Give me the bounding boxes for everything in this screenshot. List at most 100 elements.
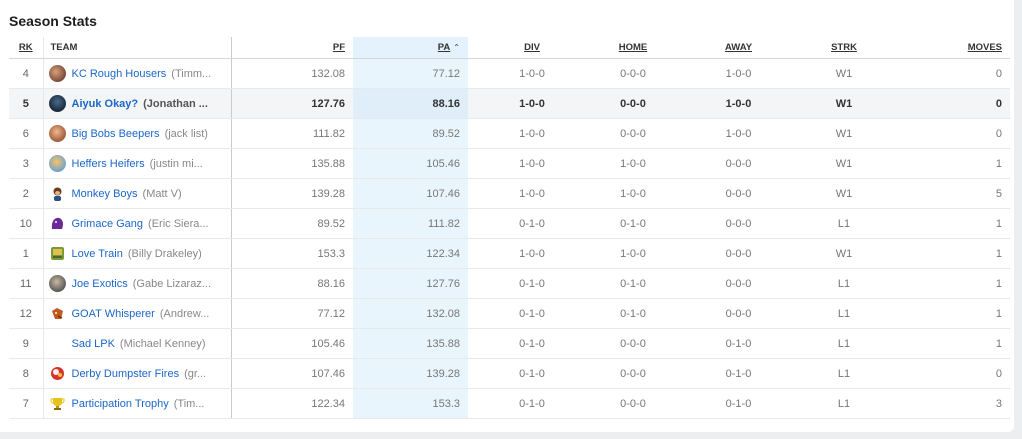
table-row: 8 Derby Dumpster Fires (gr... 107.46 139… (9, 358, 1010, 389)
team-logo-icon (48, 65, 66, 82)
column-header-div[interactable]: DIV (468, 37, 566, 59)
team-cell: Big Bobs Beepers (jack list) (42, 118, 231, 149)
home-record-cell: 0-0-0 (566, 358, 670, 389)
home-record-cell: 1-0-0 (566, 238, 670, 269)
column-header-moves[interactable]: MOVES (881, 37, 1010, 59)
team-name-link[interactable]: Grimace Gang (72, 218, 144, 230)
streak-cell: W1 (777, 58, 881, 89)
points-for-cell: 139.28 (230, 178, 353, 209)
home-record-cell: 0-1-0 (566, 268, 670, 299)
home-record-cell: 0-1-0 (566, 208, 670, 239)
rank-cell: 2 (9, 178, 43, 209)
team-cell: GOAT Whisperer (Andrew... (42, 298, 231, 329)
division-record-cell: 1-0-0 (468, 118, 566, 149)
home-record-cell: 0-0-0 (566, 328, 670, 359)
team-owner: (jack list) (164, 127, 208, 140)
streak-cell: W1 (777, 148, 881, 179)
moves-cell: 0 (881, 58, 1010, 89)
moves-cell: 0 (881, 88, 1010, 119)
team-logo-placeholder (49, 335, 66, 352)
team-name-link[interactable]: KC Rough Housers (72, 68, 167, 80)
away-record-cell: 1-0-0 (670, 118, 777, 149)
away-record-cell: 0-0-0 (670, 268, 777, 299)
team-name-link[interactable]: GOAT Whisperer (72, 308, 155, 320)
team-cell: Sad LPK (Michael Kenney) (42, 328, 231, 359)
team-owner: (Jonathan ... (143, 97, 208, 110)
column-header-strk[interactable]: STRK (777, 37, 881, 59)
table-row: 11 Joe Exotics (Gabe Lizaraz... 88.16 12… (9, 268, 1010, 299)
moves-cell: 1 (881, 148, 1010, 179)
team-owner: (Gabe Lizaraz... (132, 277, 212, 290)
team-cell: Love Train (Billy Drakeley) (42, 238, 231, 269)
streak-cell: L1 (777, 328, 881, 359)
rank-cell: 12 (9, 298, 43, 329)
streak-cell: L1 (777, 388, 881, 419)
team-cell: Monkey Boys (Matt V) (42, 178, 231, 209)
home-record-cell: 1-0-0 (566, 178, 670, 209)
home-record-cell: 0-0-0 (566, 118, 670, 149)
team-name-link[interactable]: Sad LPK (72, 338, 115, 350)
team-owner: (Matt V) (142, 187, 182, 200)
table-row: 5 Aiyuk Okay? (Jonathan ... 127.76 88.16… (9, 88, 1010, 119)
division-record-cell: 0-1-0 (468, 268, 566, 299)
team-name-link[interactable]: Monkey Boys (72, 188, 138, 200)
points-against-cell: 89.52 (353, 118, 468, 149)
team-name-link[interactable]: Joe Exotics (72, 278, 128, 290)
moves-cell: 3 (881, 388, 1010, 419)
division-record-cell: 0-1-0 (468, 208, 566, 239)
team-name-link[interactable]: Derby Dumpster Fires (72, 368, 180, 380)
team-owner: (gr... (184, 367, 207, 380)
points-against-cell: 107.46 (353, 178, 468, 209)
moves-cell: 0 (881, 118, 1010, 149)
moves-cell: 0 (881, 358, 1010, 389)
team-name-link[interactable]: Heffers Heifers (72, 158, 145, 170)
division-record-cell: 1-0-0 (468, 58, 566, 89)
rank-cell: 7 (9, 388, 43, 419)
team-owner: (Billy Drakeley) (127, 247, 202, 260)
division-record-cell: 0-1-0 (468, 328, 566, 359)
team-logo-icon (49, 245, 66, 262)
points-against-cell: 135.88 (353, 328, 468, 359)
table-row: 6 Big Bobs Beepers (jack list) 111.82 89… (9, 118, 1010, 149)
team-cell: Aiyuk Okay? (Jonathan ... (42, 88, 231, 119)
column-header-pa[interactable]: PA ⌃ (353, 37, 468, 59)
table-row: 4 KC Rough Housers (Timm... 132.08 77.12… (9, 58, 1010, 89)
team-owner: (Eric Siera... (148, 217, 209, 230)
team-owner: (Timm... (171, 67, 212, 80)
division-record-cell: 1-0-0 (468, 178, 566, 209)
streak-cell: L1 (777, 358, 881, 389)
rank-cell: 10 (9, 208, 43, 239)
team-name-link[interactable]: Participation Trophy (72, 398, 169, 410)
team-logo-icon (49, 365, 66, 382)
points-against-cell: 122.34 (353, 238, 468, 269)
team-logo-icon (48, 155, 66, 172)
home-record-cell: 0-0-0 (566, 388, 670, 419)
season-stats-table: RK TEAM PF PA ⌃ DIV HOME AWAY STRK MOVES … (9, 37, 1010, 419)
streak-cell: W1 (777, 118, 881, 149)
away-record-cell: 1-0-0 (670, 58, 777, 89)
column-header-rk[interactable]: RK (9, 37, 43, 59)
team-name-link[interactable]: Aiyuk Okay? (72, 98, 139, 110)
points-against-cell: 77.12 (353, 58, 468, 89)
points-for-cell: 88.16 (230, 268, 353, 299)
column-header-away[interactable]: AWAY (670, 37, 777, 59)
rank-cell: 3 (9, 148, 43, 179)
points-against-cell: 105.46 (353, 148, 468, 179)
team-logo-icon (48, 125, 66, 142)
team-name-link[interactable]: Love Train (72, 248, 123, 260)
team-cell: Participation Trophy (Tim... (42, 388, 231, 419)
home-record-cell: 1-0-0 (566, 148, 670, 179)
streak-cell: L1 (777, 208, 881, 239)
column-header-home[interactable]: HOME (566, 37, 670, 59)
rank-cell: 11 (9, 268, 43, 299)
column-header-pf[interactable]: PF (230, 37, 353, 59)
points-for-cell: 127.76 (230, 88, 353, 119)
sort-ascending-icon: ⌃ (453, 43, 460, 52)
team-name-link[interactable]: Big Bobs Beepers (72, 128, 160, 140)
home-record-cell: 0-0-0 (566, 88, 670, 119)
streak-cell: W1 (777, 88, 881, 119)
moves-cell: 1 (881, 238, 1010, 269)
rank-cell: 9 (9, 328, 43, 359)
points-for-cell: 105.46 (230, 328, 353, 359)
section-title: Season Stats (9, 13, 97, 29)
